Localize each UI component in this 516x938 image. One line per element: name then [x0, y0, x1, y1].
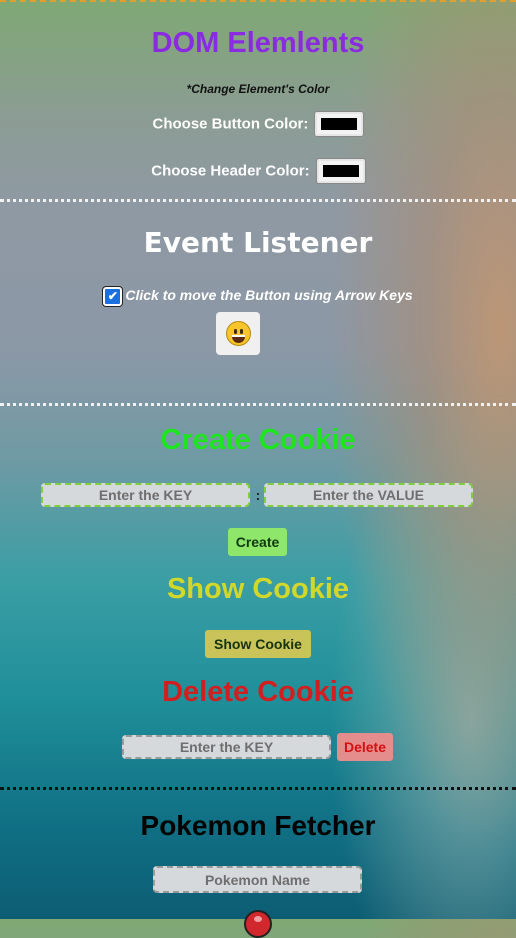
arrow-keys-option: ✔ Click to move the Button using Arrow Ke… — [0, 287, 516, 306]
key-value-separator: : — [255, 487, 261, 503]
header-color-row: Choose Header Color: — [0, 159, 516, 183]
delete-cookie-title: Delete Cookie — [162, 676, 354, 708]
button-color-label: Choose Button Color: — [152, 115, 309, 133]
delete-cookie-key-input[interactable] — [122, 735, 331, 759]
show-cookie-title: Show Cookie — [166, 573, 350, 605]
change-color-subtitle: *Change Element's Color — [186, 82, 330, 96]
create-cookie-title: Create Cookie — [160, 424, 356, 456]
pokeball-icon[interactable] — [244, 910, 272, 938]
delete-cookie-button[interactable]: Delete — [337, 733, 393, 761]
cookie-value-input[interactable] — [264, 483, 473, 507]
dom-elements-title: DOM Elemlents — [151, 27, 365, 59]
section-divider — [0, 787, 516, 790]
section-divider — [0, 403, 516, 406]
top-border — [0, 0, 516, 2]
pokemon-fetcher-title: Pokemon Fetcher — [140, 810, 376, 841]
show-cookie-button[interactable]: Show Cookie — [205, 630, 311, 658]
button-color-row: Choose Button Color: — [0, 112, 516, 136]
cookie-key-input[interactable] — [41, 483, 250, 507]
grinning-face-icon — [226, 321, 251, 346]
movable-emoji-button[interactable] — [216, 312, 260, 355]
create-cookie-button[interactable]: Create — [228, 528, 287, 556]
header-color-label: Choose Header Color: — [151, 162, 310, 180]
section-divider — [0, 199, 516, 202]
event-listener-title: Event Listener — [143, 226, 373, 259]
header-color-picker[interactable] — [316, 159, 365, 183]
arrow-keys-label: Click to move the Button using Arrow Key… — [125, 287, 413, 304]
button-color-picker[interactable] — [315, 112, 364, 136]
arrow-keys-checkbox[interactable]: ✔ — [103, 287, 123, 306]
pokemon-name-input[interactable] — [153, 866, 362, 893]
